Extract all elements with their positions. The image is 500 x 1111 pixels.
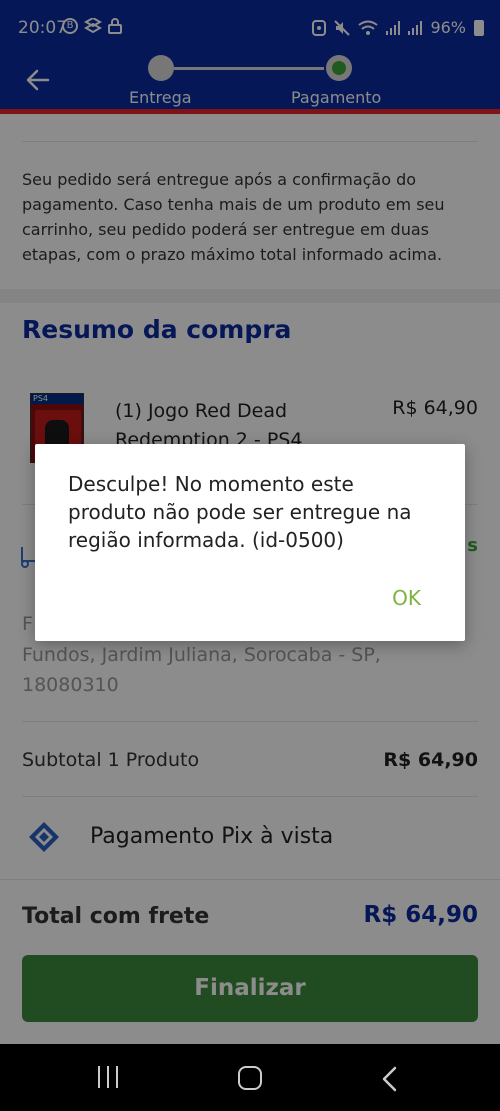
- home-icon[interactable]: [238, 1066, 262, 1090]
- recent-apps-icon[interactable]: [98, 1066, 118, 1088]
- dialog-message: Desculpe! No momento este produto não po…: [68, 472, 412, 552]
- dialog-ok-button[interactable]: OK: [392, 586, 421, 610]
- nav-back-icon[interactable]: [378, 1066, 404, 1092]
- system-nav-bar: [0, 1044, 500, 1111]
- error-dialog: Desculpe! No momento este produto não po…: [35, 444, 465, 641]
